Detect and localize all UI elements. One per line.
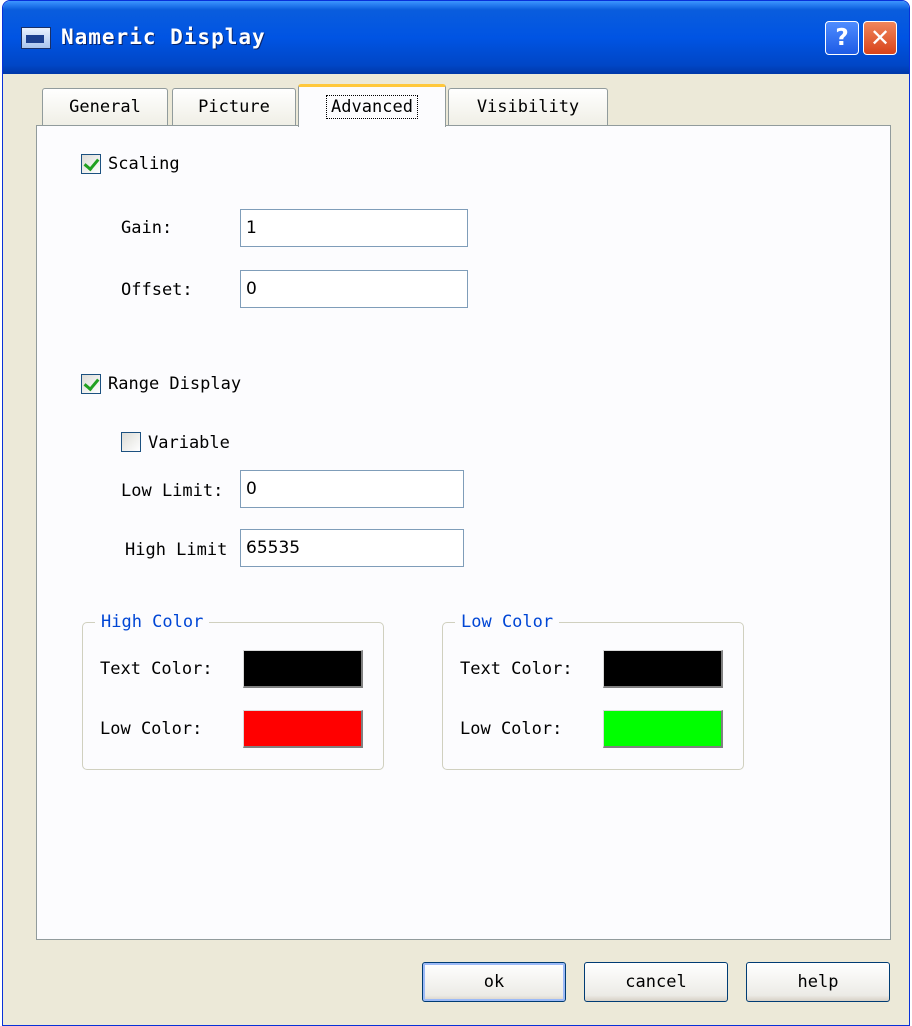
offset-label: Offset: <box>121 280 193 300</box>
ok-button[interactable]: ok <box>422 962 566 1002</box>
gain-field[interactable]: 1 <box>240 209 468 247</box>
window-title: Nameric Display <box>61 25 266 49</box>
low-text-color-swatch[interactable] <box>603 650 723 688</box>
close-button[interactable]: ✕ <box>863 21 897 55</box>
cancel-button[interactable]: cancel <box>584 962 728 1002</box>
low-low-color-label: Low Color: <box>460 719 563 739</box>
tab-visibility[interactable]: Visibility <box>448 88 608 125</box>
variable-checkbox[interactable] <box>121 432 141 452</box>
scaling-checkbox[interactable] <box>81 154 101 174</box>
high-text-color-label: Text Color: <box>100 659 213 679</box>
tab-label: Visibility <box>476 97 580 117</box>
app-icon <box>21 27 51 49</box>
gain-label: Gain: <box>121 218 173 238</box>
variable-label: Variable <box>148 433 230 453</box>
low-text-color-label: Text Color: <box>460 659 573 679</box>
high-limit-field[interactable]: 65535 <box>240 529 464 567</box>
low-color-group: Low Color Text Color: Low Color: <box>442 612 744 770</box>
high-low-color-swatch[interactable] <box>243 710 363 748</box>
high-color-group: High Color Text Color: Low Color: <box>82 612 384 770</box>
tab-advanced[interactable]: Advanced <box>298 84 446 127</box>
high-text-color-swatch[interactable] <box>243 650 363 688</box>
high-limit-label: High Limit <box>125 540 228 560</box>
low-limit-label: Low Limit: <box>121 481 224 501</box>
tab-label: General <box>69 97 141 117</box>
advanced-panel: Scaling Gain: 1 Offset: 0 Range Display … <box>36 125 891 940</box>
offset-field[interactable]: 0 <box>240 270 468 308</box>
low-low-color-swatch[interactable] <box>603 710 723 748</box>
tab-label: Advanced <box>326 95 418 119</box>
low-color-legend: Low Color <box>455 612 560 632</box>
low-limit-field[interactable]: 0 <box>240 470 464 508</box>
help-button[interactable]: help <box>746 962 890 1002</box>
tab-label: Picture <box>198 97 270 117</box>
range-display-label: Range Display <box>108 374 242 394</box>
high-color-legend: High Color <box>95 612 210 632</box>
help-title-button[interactable]: ? <box>825 21 859 55</box>
range-display-checkbox[interactable] <box>81 374 101 394</box>
tab-picture[interactable]: Picture <box>172 88 296 125</box>
scaling-label: Scaling <box>108 154 180 174</box>
title-bar[interactable]: Nameric Display ? ✕ <box>3 1 909 74</box>
high-low-color-label: Low Color: <box>100 719 203 739</box>
tab-general[interactable]: General <box>42 88 168 125</box>
